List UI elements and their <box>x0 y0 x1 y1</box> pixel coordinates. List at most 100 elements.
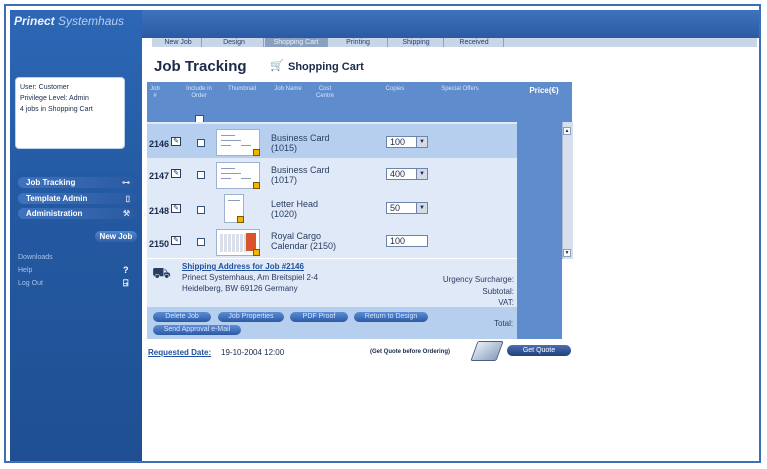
shipping-line1: Prinect Systemhaus, Am Breitspiel 2-4 <box>182 273 319 282</box>
copies-select[interactable]: 400 ▼ <box>386 168 428 180</box>
copies-select[interactable]: 50 ▼ <box>386 202 428 214</box>
get-quote-button[interactable]: Get Quote <box>507 345 571 356</box>
tab-shipping[interactable]: Shipping <box>389 38 444 47</box>
edit-icon[interactable]: ✎ <box>171 236 181 245</box>
truck-icon: ⛟ <box>152 265 171 282</box>
tab-shopping-cart[interactable]: Shopping Cart <box>265 38 328 47</box>
top-bar <box>142 10 759 38</box>
new-job-button[interactable]: New Job <box>95 231 137 242</box>
user-line: User: Customer <box>20 84 70 91</box>
send-approval-email-button[interactable]: Send Approval e-Mail <box>153 325 241 335</box>
job-name-line2: (1017) <box>271 175 298 185</box>
return-to-design-button[interactable]: Return to Design <box>354 312 428 322</box>
copies-value: 100 <box>390 137 406 147</box>
proof-badge-icon <box>253 182 260 189</box>
tab-printing[interactable]: Printing <box>329 38 388 47</box>
job-name: Business Card (1017) <box>271 165 330 185</box>
col-job: Job # <box>150 86 160 99</box>
col-special-offers: Special Offers <box>441 86 479 92</box>
sidebar-item-job-tracking[interactable]: Job Tracking ⊶ <box>18 177 136 188</box>
job-name-line2: Calendar (2150) <box>271 241 337 251</box>
downloads-link[interactable]: Downloads <box>18 254 53 261</box>
job-name: Letter Head (1020) <box>271 199 318 219</box>
sidebar-item-label: Administration <box>26 209 83 218</box>
urgency-surcharge-label: Urgency Surcharge: <box>442 275 514 284</box>
requested-date-link[interactable]: Requested Date: <box>148 348 211 357</box>
page-title: Job Tracking <box>154 58 247 75</box>
tab-design[interactable]: Design <box>205 38 264 47</box>
thumbnail-image[interactable] <box>216 162 260 189</box>
thumbnail-image[interactable] <box>224 194 244 223</box>
job-number: 2150 <box>149 239 170 249</box>
proof-badge-icon <box>253 249 260 256</box>
tab-new-job[interactable]: New Job <box>155 38 202 47</box>
job-name-line2: (1015) <box>271 143 298 153</box>
logout-icon[interactable]: ⍈ <box>123 278 128 289</box>
chevron-down-icon[interactable]: ▼ <box>416 203 427 213</box>
job-number: 2147 <box>149 171 170 181</box>
wrench-icon: ⚒ <box>122 209 130 218</box>
proof-badge-icon <box>237 216 244 223</box>
shipping-address-link[interactable]: Shipping Address for Job #2146 <box>182 262 304 271</box>
include-checkbox[interactable] <box>197 238 205 246</box>
help-icon[interactable]: ? <box>123 265 129 275</box>
logout-link[interactable]: Log Out <box>18 280 43 287</box>
chevron-down-icon[interactable]: ▼ <box>416 169 427 179</box>
sidebar-item-label: Job Tracking <box>26 178 76 187</box>
sidebar-item-template-admin[interactable]: Template Admin ▯ <box>18 193 136 204</box>
col-cost-centre: Cost Centre <box>315 86 334 99</box>
col-job-name: Job Name <box>274 86 302 92</box>
pdf-proof-button[interactable]: PDF Proof <box>290 312 348 322</box>
cart-icon: ⊶ <box>122 178 130 187</box>
requested-date-value: 19-10-2004 12:00 <box>221 348 285 357</box>
copies-value: 100 <box>390 236 406 246</box>
sidebar-item-administration[interactable]: Administration ⚒ <box>18 208 136 219</box>
tab-received[interactable]: Received <box>445 38 504 47</box>
job-name-line2: (1020) <box>271 209 298 219</box>
brand-name: Prinect <box>14 14 55 28</box>
col-copies: Copies <box>385 86 405 92</box>
shopping-cart-icon: 🛒 <box>270 60 284 72</box>
job-name-line1: Royal Cargo <box>271 231 322 241</box>
edit-icon[interactable]: ✎ <box>171 169 181 178</box>
privilege-line: Privilege Level: Admin <box>20 95 89 102</box>
copies-select[interactable]: 100 ▼ <box>386 136 428 148</box>
copies-input[interactable]: 100 <box>386 235 428 247</box>
cart-count-line: 4 jobs in Shopping Cart <box>20 106 93 113</box>
job-properties-button[interactable]: Job Properties <box>218 312 284 322</box>
chevron-down-icon[interactable]: ▼ <box>416 137 427 147</box>
job-number: 2148 <box>149 206 170 216</box>
edit-icon[interactable]: ✎ <box>171 204 181 213</box>
include-checkbox[interactable] <box>197 171 205 179</box>
job-name-line1: Letter Head <box>271 199 319 209</box>
edit-icon[interactable]: ✎ <box>171 137 181 146</box>
job-name: Royal Cargo Calendar (2150) <box>271 231 336 251</box>
col-thumbnail: Thumbnail <box>227 86 256 92</box>
proof-badge-icon <box>253 149 260 156</box>
shipping-line2: Heidelberg, BW 69126 Germany <box>182 284 298 293</box>
thumbnail-image[interactable] <box>216 229 260 256</box>
job-name: Business Card (1015) <box>271 133 330 153</box>
brand-logo: Prinect Systemhaus <box>14 14 124 28</box>
brand-sub: Systemhaus <box>58 14 125 28</box>
include-checkbox[interactable] <box>197 139 205 147</box>
sidebar-item-label: Template Admin <box>26 194 88 203</box>
price-column <box>517 122 562 339</box>
page-subtitle: Shopping Cart <box>288 61 364 73</box>
help-link[interactable]: Help <box>18 267 32 274</box>
job-name-line1: Business Card <box>271 133 330 143</box>
scroll-up-icon[interactable]: ▲ <box>563 127 571 135</box>
copies-value: 400 <box>390 169 406 179</box>
job-name-line1: Business Card <box>271 165 330 175</box>
delete-job-button[interactable]: Delete Job <box>153 312 211 322</box>
subtotal-label: Subtotal: <box>482 287 514 296</box>
col-price: Price(€) <box>516 82 572 122</box>
thumbnail-image[interactable] <box>216 129 260 156</box>
scroll-down-icon[interactable]: ▼ <box>563 249 571 257</box>
include-checkbox[interactable] <box>197 206 205 214</box>
document-icon: ▯ <box>125 194 130 203</box>
user-info-box: User: Customer Privilege Level: Admin 4 … <box>15 77 125 149</box>
vat-label: VAT: <box>498 298 514 307</box>
scrollbar[interactable] <box>562 122 573 259</box>
total-label: Total: <box>494 319 514 328</box>
